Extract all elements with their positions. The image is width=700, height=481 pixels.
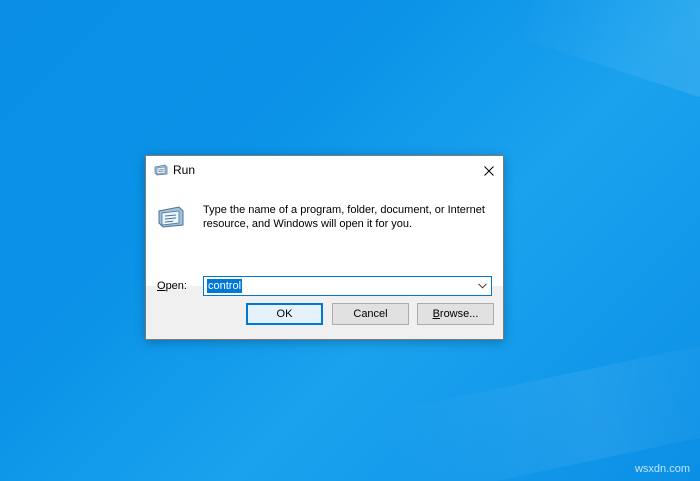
open-label: Open:: [157, 280, 187, 292]
light-ray: [375, 327, 700, 481]
close-icon: [484, 165, 494, 176]
open-combobox[interactable]: control: [203, 276, 492, 296]
dialog-content: Type the name of a program, folder, docu…: [146, 185, 503, 296]
browse-label: rowse...: [439, 308, 479, 320]
close-button[interactable]: [475, 156, 503, 185]
open-input-value[interactable]: control: [207, 279, 243, 293]
watermark: wsxdn.com: [634, 463, 690, 475]
browse-mnemonic: B: [432, 308, 440, 320]
dialog-title: Run: [173, 163, 196, 177]
browse-button[interactable]: Browse...: [417, 303, 494, 325]
open-label-text: pen:: [165, 280, 187, 292]
cancel-button[interactable]: Cancel: [332, 303, 409, 325]
ok-button[interactable]: OK: [246, 303, 323, 325]
run-dialog: Run Type the name of a program, folder, …: [145, 155, 504, 340]
run-icon: [158, 206, 184, 228]
chevron-down-icon: [477, 283, 487, 289]
run-icon: [154, 164, 168, 176]
title-bar[interactable]: Run: [146, 156, 503, 185]
light-ray: [508, 0, 700, 159]
dialog-description: Type the name of a program, folder, docu…: [203, 204, 485, 230]
open-label-mnemonic: O: [157, 280, 166, 292]
dropdown-button[interactable]: [475, 279, 489, 293]
